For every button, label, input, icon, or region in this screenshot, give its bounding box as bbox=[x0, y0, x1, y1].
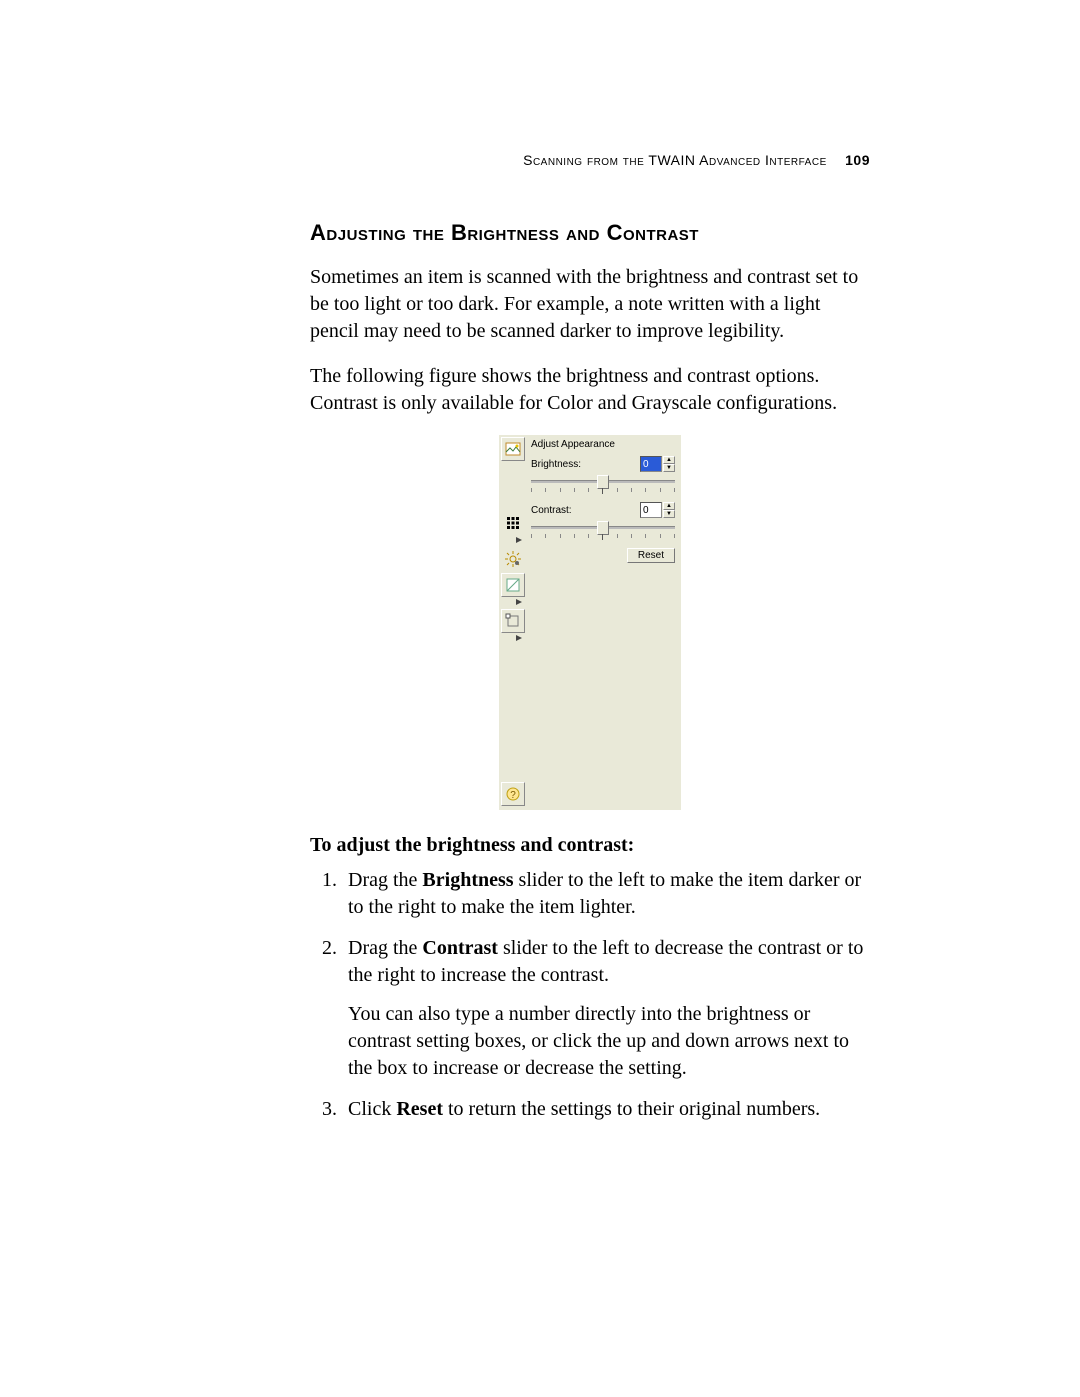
step-2: Drag the Contrast slider to the left to … bbox=[342, 935, 870, 1082]
contrast-row: Contrast: ▲ ▼ bbox=[531, 502, 675, 518]
spin-down-icon[interactable]: ▼ bbox=[663, 464, 675, 472]
brightness-label: Brightness: bbox=[531, 459, 581, 470]
svg-text:?: ? bbox=[510, 790, 516, 801]
spin-up-icon[interactable]: ▲ bbox=[663, 502, 675, 510]
tool-column: ? bbox=[499, 435, 527, 810]
running-header: Scanning from the TWAIN Advanced Interfa… bbox=[523, 152, 870, 168]
panel-title: Adjust Appearance bbox=[531, 439, 675, 450]
step-bold: Reset bbox=[396, 1098, 443, 1120]
step-text: to return the settings to their original… bbox=[443, 1098, 820, 1120]
step-text: Drag the bbox=[348, 937, 422, 959]
contrast-input[interactable] bbox=[640, 502, 662, 518]
expand-arrow-icon[interactable] bbox=[501, 633, 525, 643]
reset-button[interactable]: Reset bbox=[627, 548, 675, 563]
procedure-heading: To adjust the brightness and contrast: bbox=[310, 834, 870, 857]
intro-paragraph-1: Sometimes an item is scanned with the br… bbox=[310, 264, 870, 345]
step-bold: Contrast bbox=[422, 937, 498, 959]
adjust-appearance-panel: ? Adjust Appearance Brightness: ▲ ▼ bbox=[499, 435, 681, 810]
brightness-row: Brightness: ▲ ▼ bbox=[531, 456, 675, 472]
sun-icon[interactable] bbox=[501, 547, 525, 571]
sharpen-icon[interactable] bbox=[501, 573, 525, 597]
chapter-title: Scanning from the TWAIN Advanced Interfa… bbox=[523, 152, 827, 168]
step-1: Drag the Brightness slider to the left t… bbox=[342, 867, 870, 921]
image-icon[interactable] bbox=[501, 437, 525, 461]
step-3: Click Reset to return the settings to th… bbox=[342, 1096, 870, 1123]
slider-thumb[interactable] bbox=[597, 521, 609, 535]
expand-arrow-icon[interactable] bbox=[501, 535, 525, 545]
step-text: Drag the bbox=[348, 869, 422, 891]
step-bold: Brightness bbox=[422, 869, 513, 891]
page-number: 109 bbox=[845, 152, 870, 168]
step-2-followup: You can also type a number directly into… bbox=[348, 1001, 870, 1082]
help-icon[interactable]: ? bbox=[501, 782, 525, 806]
brightness-spinbox[interactable]: ▲ ▼ bbox=[640, 456, 675, 472]
expand-arrow-icon[interactable] bbox=[501, 597, 525, 607]
intro-paragraph-2: The following figure shows the brightnes… bbox=[310, 363, 870, 417]
contrast-slider[interactable] bbox=[531, 520, 675, 542]
contrast-label: Contrast: bbox=[531, 505, 572, 516]
appearance-controls: Adjust Appearance Brightness: ▲ ▼ bbox=[527, 435, 681, 810]
step-text: Click bbox=[348, 1098, 396, 1120]
page: Scanning from the TWAIN Advanced Interfa… bbox=[0, 0, 1080, 1397]
spin-down-icon[interactable]: ▼ bbox=[663, 510, 675, 518]
spin-up-icon[interactable]: ▲ bbox=[663, 456, 675, 464]
section-title: Adjusting the Brightness and Contrast bbox=[310, 220, 870, 246]
figure-container: ? Adjust Appearance Brightness: ▲ ▼ bbox=[310, 435, 870, 810]
brightness-slider[interactable] bbox=[531, 474, 675, 496]
crop-icon[interactable] bbox=[501, 609, 525, 633]
slider-thumb[interactable] bbox=[597, 475, 609, 489]
procedure-steps: Drag the Brightness slider to the left t… bbox=[310, 867, 870, 1123]
contrast-spinbox[interactable]: ▲ ▼ bbox=[640, 502, 675, 518]
grid-icon[interactable] bbox=[501, 511, 525, 535]
brightness-input[interactable] bbox=[640, 456, 662, 472]
